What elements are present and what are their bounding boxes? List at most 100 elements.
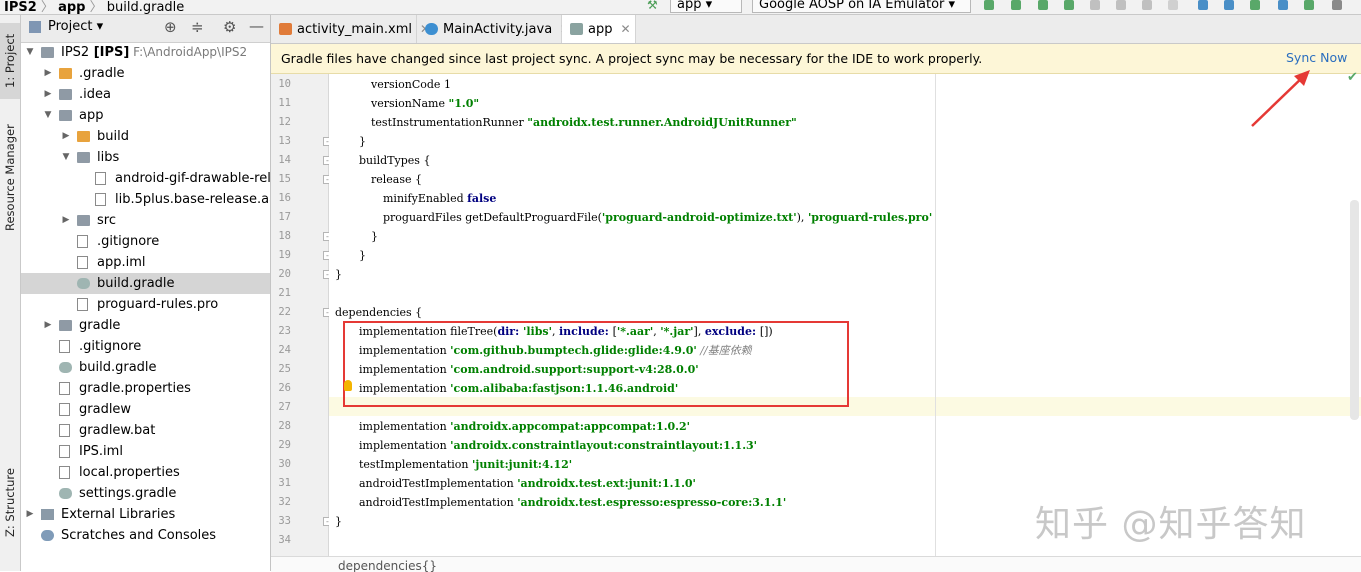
line-number: 11	[278, 97, 291, 109]
tree-item-name: .gitignore	[79, 339, 142, 354]
code-line: }	[335, 512, 342, 531]
footer-breadcrumb[interactable]: dependencies{}	[338, 559, 437, 572]
debug-icon[interactable]	[1064, 0, 1074, 10]
avd-manager-icon[interactable]	[1224, 0, 1234, 10]
settings-gear-icon[interactable]: ⚙	[223, 18, 236, 36]
rerun-icon[interactable]	[984, 0, 994, 10]
editor-scrollbar[interactable]	[1350, 200, 1359, 420]
tree-item-label: IPS.iml	[79, 441, 123, 462]
collapse-arrow-icon[interactable]: ▶	[43, 63, 53, 84]
tree-item[interactable]: gradlew.bat	[21, 420, 270, 441]
tree-item[interactable]: ▶ External Libraries	[21, 504, 270, 525]
tree-item[interactable]: ▶ .gradle	[21, 63, 270, 84]
tree-item[interactable]: ▶ gradle	[21, 315, 270, 336]
tab-app-gradle[interactable]: app ✕	[562, 15, 636, 43]
search-everywhere-icon[interactable]	[1332, 0, 1342, 10]
attach-debugger-icon[interactable]	[1116, 0, 1126, 10]
code-line: testImplementation 'junit:junit:4.12'	[359, 455, 572, 474]
collapse-arrow-icon[interactable]: ▶	[43, 84, 53, 105]
text-file-icon	[59, 424, 70, 437]
device-manager-icon[interactable]	[1304, 0, 1314, 10]
hide-panel-icon[interactable]: —	[249, 17, 264, 35]
folder-icon	[59, 89, 72, 100]
coverage-icon[interactable]	[1142, 0, 1152, 10]
collapse-all-icon[interactable]: ≑	[191, 18, 204, 36]
tree-item[interactable]: gradlew	[21, 399, 270, 420]
tab-mainactivity-java[interactable]: MainActivity.java✕	[417, 15, 570, 43]
module-path: F:\AndroidApp\IPS2	[129, 45, 248, 59]
annotation-arrow-icon	[1251, 70, 1310, 127]
tree-item-label: android-gif-drawable-release	[115, 168, 270, 189]
tree-item[interactable]: build.gradle	[21, 273, 270, 294]
intention-bulb-icon[interactable]	[344, 380, 352, 391]
tree-item[interactable]: local.properties	[21, 462, 270, 483]
sdk-manager-icon[interactable]	[1250, 0, 1260, 10]
tree-item-name: build.gradle	[97, 276, 175, 291]
tree-item[interactable]: Scratches and Consoles	[21, 525, 270, 546]
tree-item[interactable]: ▶ build	[21, 126, 270, 147]
line-number: 16	[278, 192, 291, 204]
string-literal: 'proguard-android-optimize.txt'	[601, 211, 797, 224]
structure-tool-tab[interactable]: Z: Structure	[0, 460, 20, 545]
tree-item-label: build	[97, 126, 129, 147]
profile-icon[interactable]	[1090, 0, 1100, 10]
expand-arrow-icon[interactable]: ▼	[25, 42, 35, 63]
collapse-arrow-icon[interactable]: ▶	[61, 126, 71, 147]
line-number: 29	[278, 439, 291, 451]
tree-item[interactable]: ▼ app	[21, 105, 270, 126]
gradle-file-icon	[59, 362, 72, 373]
tree-item[interactable]: settings.gradle	[21, 483, 270, 504]
tree-item-name: libs	[97, 150, 120, 165]
tree-item[interactable]: ▶ src	[21, 210, 270, 231]
tree-item[interactable]: ▼ IPS2 [IPS] F:\AndroidApp\IPS2	[21, 42, 270, 63]
tree-item[interactable]: android-gif-drawable-release	[21, 168, 270, 189]
close-tab-icon[interactable]: ✕	[620, 22, 630, 36]
collapse-arrow-icon[interactable]: ▶	[61, 210, 71, 231]
tree-item[interactable]: gradle.properties	[21, 378, 270, 399]
expand-arrow-icon[interactable]: ▼	[43, 105, 53, 126]
line-number: 30	[278, 458, 291, 470]
tree-item-name: IPS2	[61, 45, 90, 60]
code-token: }	[335, 268, 342, 281]
build-hammer-icon[interactable]: ⚒	[647, 0, 658, 12]
project-view-select[interactable]: Project ▾	[48, 19, 103, 34]
run-icon[interactable]	[1038, 0, 1048, 10]
resource-manager-tool-tab[interactable]: Resource Manager	[0, 115, 20, 240]
breadcrumb-file[interactable]: build.gradle	[107, 0, 185, 14]
collapse-arrow-icon[interactable]: ▶	[25, 504, 35, 525]
tree-item-name: IPS.iml	[79, 444, 123, 459]
tab-activity-main-xml[interactable]: activity_main.xml✕	[271, 15, 430, 43]
locate-file-icon[interactable]: ⊕	[164, 18, 177, 36]
device-select[interactable]: Google AOSP on IA Emulator ▾	[752, 0, 971, 13]
tree-item[interactable]: ▼ libs	[21, 147, 270, 168]
line-number: 14	[278, 154, 291, 166]
tree-item[interactable]: IPS.iml	[21, 441, 270, 462]
run-config-select[interactable]: app ▾	[670, 0, 742, 13]
line-number: 19	[278, 249, 291, 261]
stop-icon[interactable]	[1168, 0, 1178, 10]
breadcrumb-project[interactable]: IPS2	[4, 0, 37, 14]
tree-item-label: .idea	[79, 84, 111, 105]
sync-gradle-icon[interactable]	[1198, 0, 1208, 10]
tree-item[interactable]: ▶ .idea	[21, 84, 270, 105]
tree-item[interactable]: lib.5plus.base-release.aar	[21, 189, 270, 210]
line-number: 32	[278, 496, 291, 508]
expand-arrow-icon[interactable]: ▼	[61, 147, 71, 168]
line-number: 25	[278, 363, 291, 375]
breadcrumb-module[interactable]: app	[58, 0, 85, 14]
tree-item[interactable]: .gitignore	[21, 231, 270, 252]
tree-item[interactable]: app.iml	[21, 252, 270, 273]
tree-item[interactable]: proguard-rules.pro	[21, 294, 270, 315]
layout-inspector-icon[interactable]	[1278, 0, 1288, 10]
apply-changes-icon[interactable]	[1011, 0, 1021, 10]
tree-item-label: lib.5plus.base-release.aar	[115, 189, 270, 210]
project-tool-tab[interactable]: 1: Project	[0, 23, 20, 99]
code-token: androidTestImplementation	[359, 496, 518, 509]
tree-item[interactable]: build.gradle	[21, 357, 270, 378]
code-token: release {	[371, 173, 423, 186]
string-literal: 'androidx.appcompat:appcompat:1.0.2'	[450, 420, 691, 433]
code-lines[interactable]: versionCode 1 versionName "1.0" testInstru…	[329, 74, 1329, 556]
tree-item[interactable]: .gitignore	[21, 336, 270, 357]
properties-file-icon	[59, 466, 70, 479]
collapse-arrow-icon[interactable]: ▶	[43, 315, 53, 336]
